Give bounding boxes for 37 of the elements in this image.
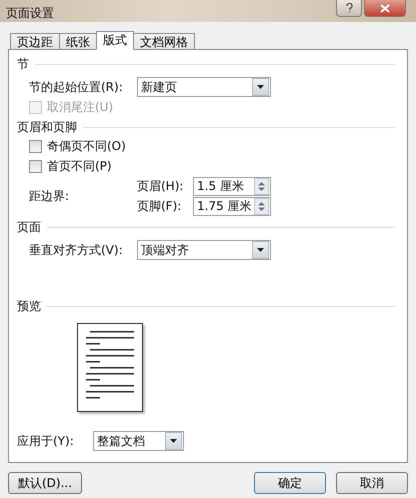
ok-button[interactable]: 确定 [254, 472, 326, 494]
checkbox-label: 奇偶页不同(O) [47, 138, 126, 154]
tab[interactable]: 文档网格 [133, 33, 195, 49]
tab[interactable]: 页边距 [10, 33, 60, 49]
spin-arrows-icon [258, 200, 265, 212]
cancel-button[interactable]: 取消 [336, 472, 408, 494]
close-icon [380, 4, 390, 12]
dropdown-arrow-icon [257, 85, 264, 89]
checkbox[interactable] [29, 140, 42, 152]
section-heading: 节 [17, 56, 29, 73]
field-label: 页眉(H): [137, 178, 184, 194]
section-start-dropdown[interactable]: 新建页 [137, 77, 271, 97]
spinner-field[interactable]: 1.75 厘米 [193, 196, 271, 216]
section-heading: 页面 [17, 219, 41, 236]
field-label: 页脚(F): [137, 198, 182, 214]
dropdown-arrow-icon [257, 248, 264, 252]
section-heading: 页眉和页脚 [17, 119, 77, 136]
checkbox-label: 首页不同(P) [47, 158, 112, 174]
spin-arrows-icon [258, 180, 265, 192]
default-button[interactable]: 默认(D)... [8, 472, 82, 494]
spinner-field[interactable]: 1.5 厘米 [193, 176, 271, 196]
tab[interactable]: 纸张 [59, 33, 97, 49]
checkbox-label: 取消尾注(U) [47, 98, 114, 116]
question-mark-icon [346, 3, 352, 13]
section-heading: 预览 [17, 298, 41, 315]
dropdown-arrow-icon [170, 439, 177, 443]
checkbox[interactable] [29, 160, 42, 172]
tab[interactable]: 版式 [96, 31, 134, 50]
field-label: 应用于(Y): [17, 432, 75, 450]
field-label: 距边界: [29, 188, 70, 204]
help-button[interactable] [336, 0, 362, 17]
apply-to-dropdown[interactable]: 整篇文档 [93, 431, 184, 451]
vertical-alignment-dropdown[interactable]: 顶端对齐 [137, 240, 271, 260]
field-label: 节的起始位置(R): [29, 78, 124, 96]
field-label: 垂直对齐方式(V): [29, 242, 124, 258]
window-title: 页面设置 [6, 5, 54, 22]
close-button[interactable] [364, 0, 406, 17]
